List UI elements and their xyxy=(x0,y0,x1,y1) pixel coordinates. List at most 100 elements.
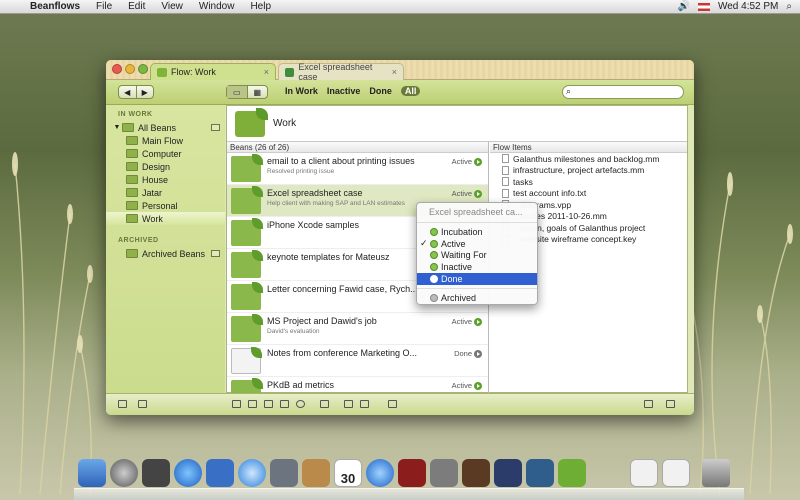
sidebar-item-main-flow[interactable]: Main Flow xyxy=(106,134,225,147)
itunes-icon[interactable] xyxy=(366,459,394,487)
menubar-clock[interactable]: Wed 4:52 PM xyxy=(718,1,778,12)
pages-icon[interactable] xyxy=(494,459,522,487)
beanflows-icon[interactable] xyxy=(558,459,586,487)
status-label: Active xyxy=(451,317,472,326)
address-book-icon[interactable] xyxy=(302,459,330,487)
sidebar-item-label: Jatar xyxy=(142,187,163,198)
zoom-window-button[interactable] xyxy=(138,64,148,74)
bean-folder-icon xyxy=(231,218,263,246)
folder-move-icon[interactable] xyxy=(360,400,369,408)
sidebar-item-jatar[interactable]: Jatar xyxy=(106,186,225,199)
keynote-icon[interactable] xyxy=(462,459,490,487)
close-window-button[interactable] xyxy=(112,64,122,74)
filter-inactive[interactable]: Inactive xyxy=(327,86,361,96)
menu-view[interactable]: View xyxy=(153,1,191,12)
menu-item-done[interactable]: Done xyxy=(417,273,537,285)
menu-item-waiting-for[interactable]: Waiting For xyxy=(417,250,537,262)
status-badge[interactable]: Done xyxy=(454,349,482,358)
add-flow-icon[interactable] xyxy=(118,400,127,408)
sidebar-item-all-beans[interactable]: ▼ All Beans xyxy=(106,121,225,134)
status-badge[interactable]: Active xyxy=(452,157,482,166)
search-icon: ⌕ xyxy=(566,86,572,96)
menu-help[interactable]: Help xyxy=(242,1,279,12)
folder-icon xyxy=(126,136,138,145)
sidebar-item-design[interactable]: Design xyxy=(106,160,225,173)
trash-icon[interactable] xyxy=(388,400,397,408)
list-view-icon[interactable]: ▭ xyxy=(227,86,247,98)
search-field[interactable]: ⌕ xyxy=(562,85,684,99)
spreadsheet-document-icon[interactable] xyxy=(662,459,690,487)
list-item[interactable]: tasks xyxy=(490,176,687,188)
list-item[interactable]: email to a client about printing issues R… xyxy=(227,153,488,185)
eye-icon[interactable] xyxy=(296,400,305,408)
grid-view-icon[interactable]: ▦ xyxy=(246,86,268,98)
list-item[interactable]: PKdB ad metrics Active xyxy=(227,377,488,394)
filter-done[interactable]: Done xyxy=(369,86,392,96)
menu-edit[interactable]: Edit xyxy=(120,1,153,12)
launchpad-icon[interactable] xyxy=(110,459,138,487)
ical-icon[interactable]: 30 xyxy=(334,459,362,487)
status-icon xyxy=(430,275,438,284)
filter-in-work[interactable]: In Work xyxy=(285,86,318,96)
menu-item-incubation[interactable]: Incubation xyxy=(417,226,537,238)
mission-control-icon[interactable] xyxy=(142,459,170,487)
menu-item-inactive[interactable]: Inactive xyxy=(417,261,537,273)
attach-icon[interactable] xyxy=(264,400,273,408)
menu-item-archived[interactable]: Archived xyxy=(417,292,537,304)
finder-icon[interactable] xyxy=(78,459,106,487)
sidebar-item-work[interactable]: Work xyxy=(106,212,225,225)
flow-items-column-header[interactable]: Flow Items xyxy=(490,142,687,153)
numbers-icon[interactable] xyxy=(526,459,554,487)
list-item[interactable]: MS Project and Dawid's job David's evalua… xyxy=(227,313,488,345)
menu-item-active[interactable]: ✓ Active xyxy=(417,238,537,250)
disclosure-triangle-icon[interactable]: ▼ xyxy=(112,124,122,131)
status-badge[interactable]: Active xyxy=(452,189,482,198)
flag-icon[interactable] xyxy=(697,2,710,11)
folder-icon[interactable] xyxy=(320,400,329,408)
tab-excel-case[interactable]: Excel spreadsheet case × xyxy=(278,62,404,82)
volume-icon[interactable]: 🔊 xyxy=(678,1,690,12)
forward-button[interactable]: ▶ xyxy=(135,86,154,98)
photo-booth-icon[interactable] xyxy=(398,459,426,487)
sidebar-item-archived-beans[interactable]: Archived Beans xyxy=(106,247,225,260)
status-badge[interactable]: Active xyxy=(452,381,482,390)
menu-window[interactable]: Window xyxy=(191,1,243,12)
sidebar-item-computer[interactable]: Computer xyxy=(106,147,225,160)
menu-separator xyxy=(417,222,537,223)
search-input[interactable] xyxy=(577,86,677,96)
minimize-window-button[interactable] xyxy=(125,64,135,74)
list-item[interactable]: Notes from conference Marketing O... Don… xyxy=(227,345,488,377)
list-item[interactable]: test account info.txt xyxy=(490,188,687,200)
sidebar-item-house[interactable]: House xyxy=(106,173,225,186)
bean-subtitle: David's evaluation xyxy=(267,328,320,335)
music-icon[interactable] xyxy=(344,400,353,408)
text-document-icon[interactable] xyxy=(630,459,658,487)
tab-flow-work[interactable]: Flow: Work × xyxy=(150,63,276,80)
facetime-icon[interactable] xyxy=(270,459,298,487)
app-menu[interactable]: Beanflows xyxy=(22,1,88,12)
app-store-icon[interactable] xyxy=(174,459,202,487)
beans-column-header[interactable]: Beans (26 of 26) xyxy=(227,142,488,153)
folder-action-icon[interactable] xyxy=(644,400,653,408)
play-icon[interactable] xyxy=(666,400,675,408)
spotlight-icon[interactable]: ⌕ xyxy=(786,1,792,12)
status-badge[interactable]: Active xyxy=(452,317,482,326)
back-button[interactable]: ◀ xyxy=(119,86,136,98)
new-bean-icon[interactable] xyxy=(232,400,241,408)
folder-icon xyxy=(122,123,134,132)
safari-icon[interactable] xyxy=(238,459,266,487)
sidebar-item-personal[interactable]: Personal xyxy=(106,199,225,212)
mail-icon[interactable] xyxy=(206,459,234,487)
camera-icon[interactable] xyxy=(248,400,257,408)
filter-all[interactable]: All xyxy=(400,86,421,96)
trash-icon[interactable] xyxy=(702,459,730,487)
menu-file[interactable]: File xyxy=(88,1,120,12)
list-item[interactable]: infrastructure, project artefacts.mm xyxy=(490,165,687,177)
system-preferences-icon[interactable] xyxy=(430,459,458,487)
list-item[interactable]: Galanthus milestones and backlog.mm xyxy=(490,153,687,165)
inbox-icon xyxy=(211,124,220,131)
book-icon[interactable] xyxy=(280,400,289,408)
tab-close-icon[interactable]: × xyxy=(264,67,269,77)
new-folder-icon[interactable] xyxy=(138,400,147,408)
tab-close-icon[interactable]: × xyxy=(392,67,397,77)
